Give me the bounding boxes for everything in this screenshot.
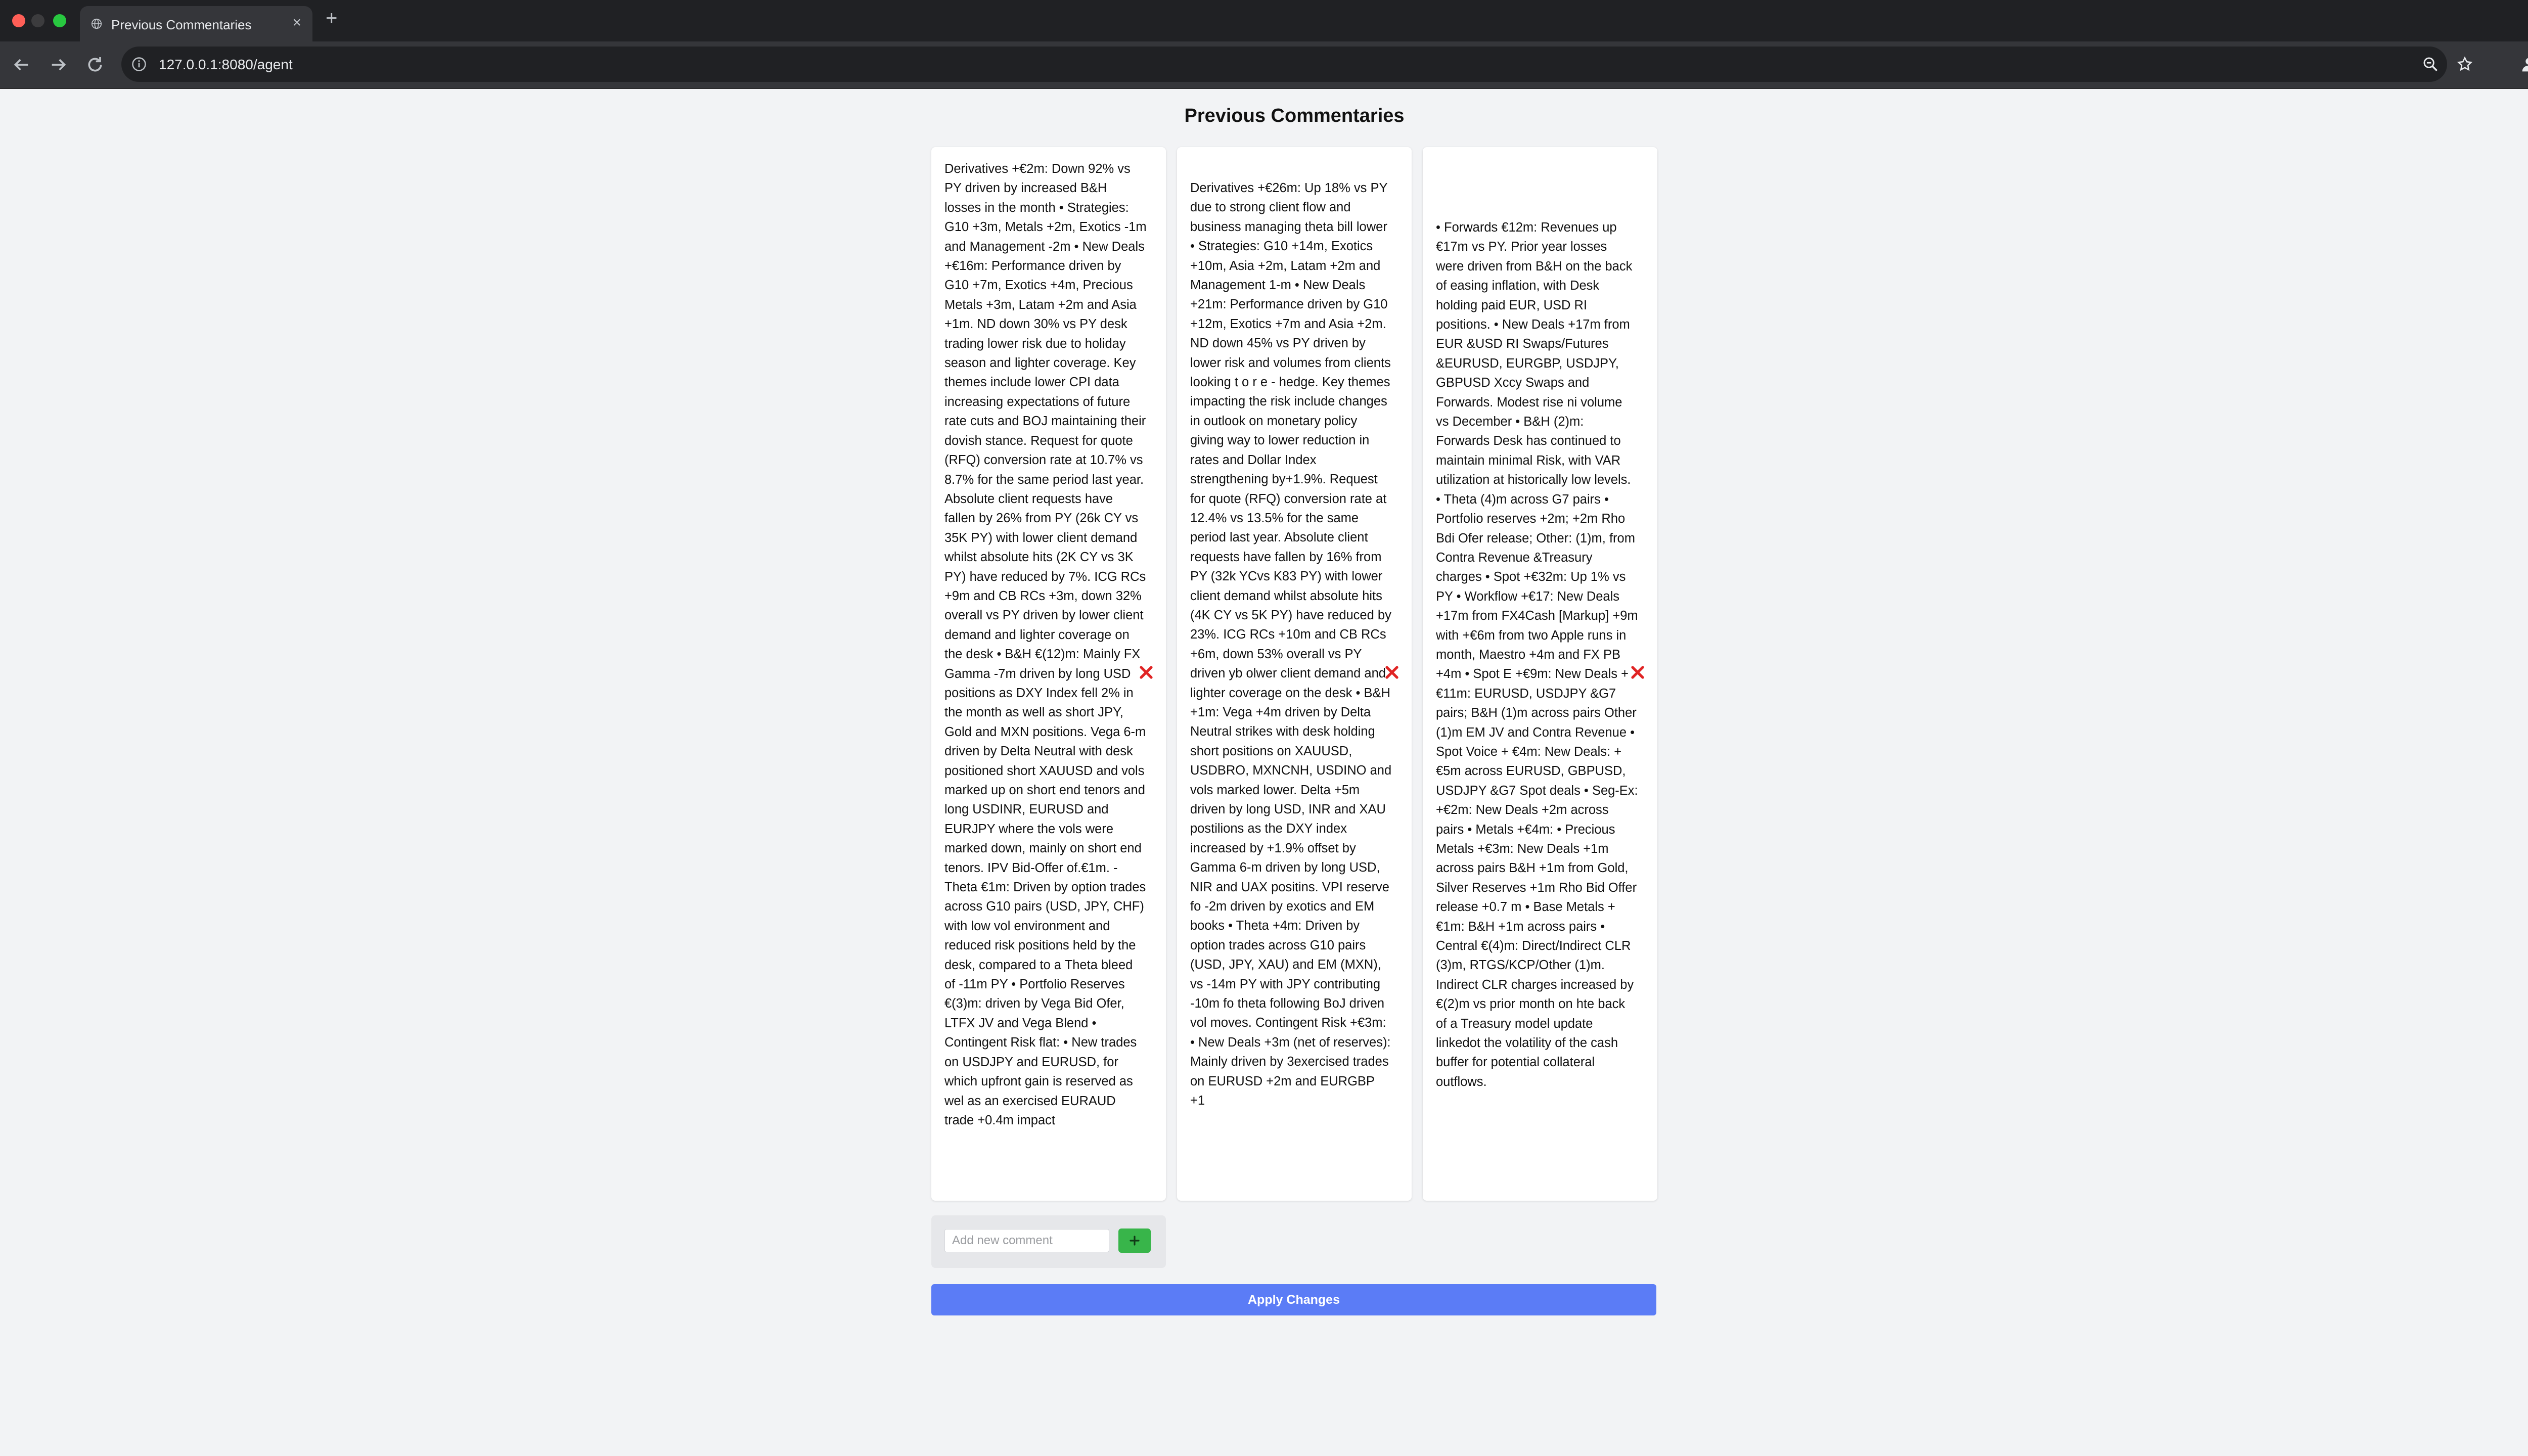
zoom-icon[interactable] — [2422, 56, 2439, 73]
url-text[interactable]: 127.0.0.1:8080/agent — [159, 57, 293, 73]
back-icon[interactable] — [11, 55, 31, 75]
commentary-card: Derivatives +€2m: Down 92% vs PY driven … — [931, 147, 1166, 1201]
commentary-text: Derivatives +€26m: Up 18% vs PY due to s… — [1190, 181, 1392, 1108]
commentary-card: • Forwards €12m: Revenues up €17m vs PY.… — [1423, 147, 1657, 1201]
bookmark-star-icon[interactable] — [2456, 56, 2473, 73]
window-close-button[interactable] — [12, 14, 25, 27]
reload-icon[interactable] — [85, 55, 105, 75]
page-title: Previous Commentaries — [1184, 105, 1405, 126]
plus-icon — [1130, 1236, 1140, 1246]
commentary-card: Derivatives +€26m: Up 18% vs PY due to s… — [1177, 147, 1412, 1201]
globe-icon — [91, 18, 102, 29]
new-comment-input[interactable] — [944, 1229, 1109, 1252]
tab-close-icon[interactable]: × — [292, 15, 301, 30]
add-comment-button[interactable] — [1118, 1228, 1151, 1253]
forward-icon[interactable] — [49, 55, 69, 75]
apply-changes-button[interactable]: Apply Changes — [931, 1284, 1656, 1315]
window-minimize-button[interactable] — [31, 14, 44, 27]
tab-title: Previous Commentaries — [111, 17, 252, 32]
profile-icon[interactable] — [2519, 55, 2528, 75]
add-comment-panel — [931, 1215, 1166, 1268]
address-bar[interactable]: 127.0.0.1:8080/agent — [121, 47, 2473, 82]
close-icon[interactable] — [1630, 665, 1645, 680]
new-tab-button[interactable]: + — [326, 7, 337, 30]
browser-titlebar: Previous Commentaries × + ⌄ — [0, 0, 2528, 41]
close-icon[interactable] — [1384, 665, 1400, 680]
browser-tab[interactable]: Previous Commentaries × — [80, 6, 312, 41]
commentary-text: • Forwards €12m: Revenues up €17m vs PY.… — [1436, 220, 1638, 1089]
close-icon[interactable] — [1139, 665, 1154, 680]
site-info-icon[interactable] — [131, 57, 147, 72]
commentary-text: Derivatives +€2m: Down 92% vs PY driven … — [944, 162, 1147, 1127]
window-maximize-button[interactable] — [53, 14, 66, 27]
browser-toolbar: 127.0.0.1:8080/agent — [0, 41, 2528, 89]
